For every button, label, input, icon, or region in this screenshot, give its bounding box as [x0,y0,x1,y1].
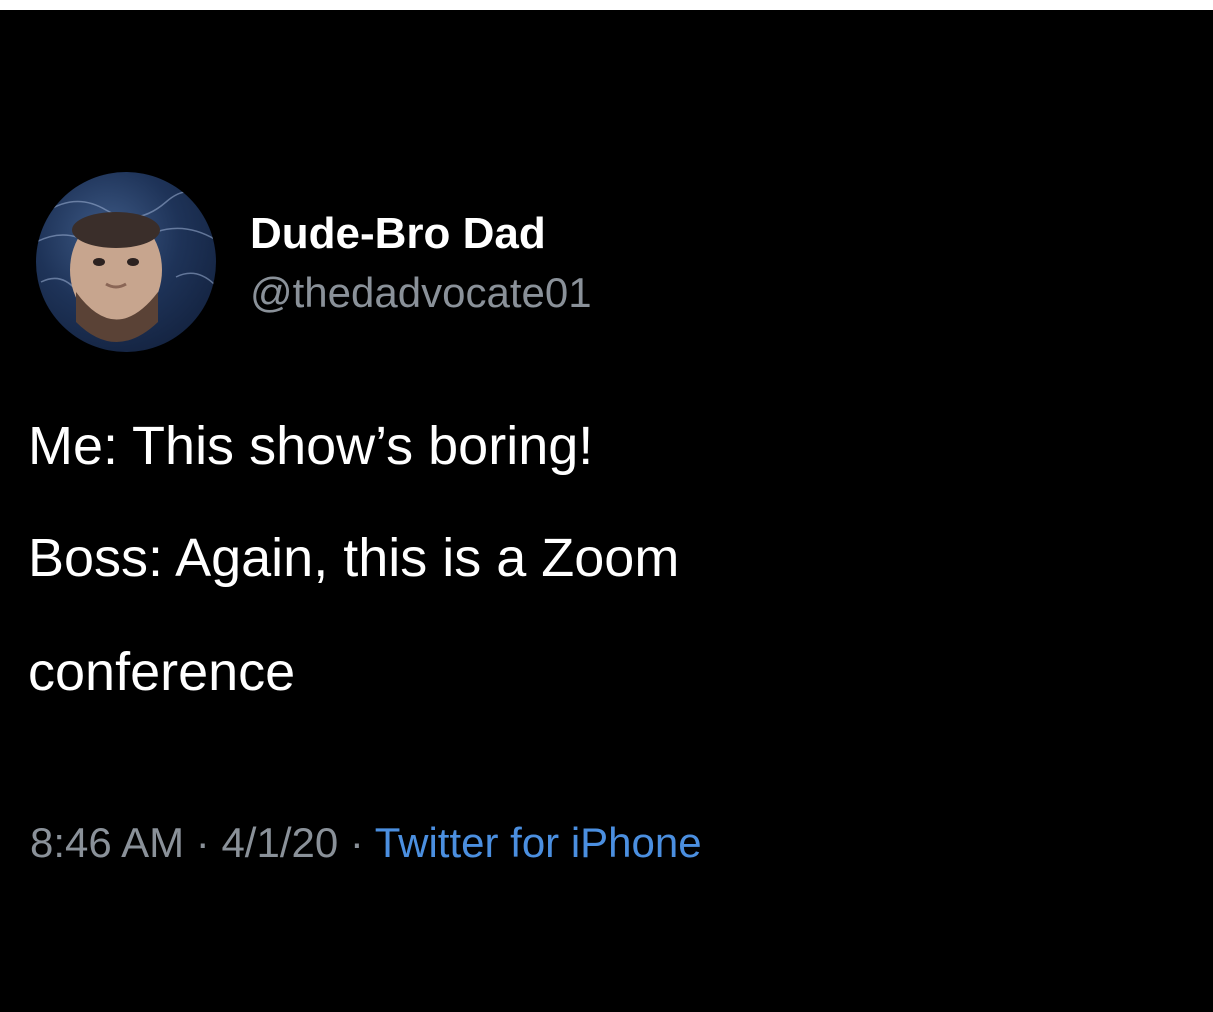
tweet-line: Boss: Again, this is a Zoom [28,528,680,588]
tweet-line: Me: This show’s boring! [28,416,594,476]
tweet-source-link[interactable]: Twitter for iPhone [375,819,702,866]
meta-separator: · [184,819,222,866]
tweet-date[interactable]: 4/1/20 [221,819,338,866]
avatar[interactable] [36,172,216,352]
tweet-card: Dude-Bro Dad @thedadvocate01 Me: This sh… [0,10,1213,1012]
display-name[interactable]: Dude-Bro Dad [250,208,546,260]
meta-separator: · [338,819,375,866]
user-handle[interactable]: @thedadvocate01 [250,268,592,318]
avatar-portrait-icon [36,191,216,342]
tweet-text: Me: This show’s boring! Boss: Again, thi… [28,415,1178,703]
tweet-line: conference [28,642,296,702]
tweet-meta: 8:46 AM · 4/1/20 · Twitter for iPhone [30,818,702,868]
tweet-time: 8:46 AM [30,819,185,866]
